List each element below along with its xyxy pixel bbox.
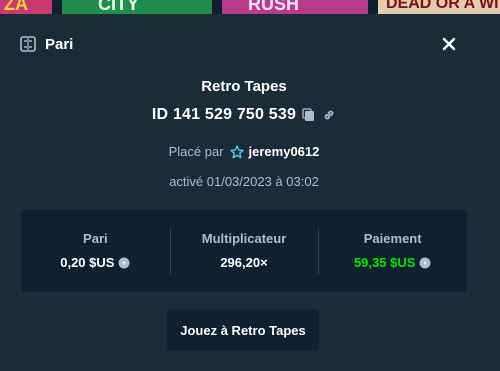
ticket-icon bbox=[20, 36, 36, 52]
placed-by-label: Placé par bbox=[168, 144, 224, 159]
bet-stats-panel: Pari 0,20 $US Multiplicateur 296,20× Pai… bbox=[21, 210, 467, 292]
stat-multiplier: Multiplicateur 296,20× bbox=[169, 210, 319, 292]
game-thumbnail: ZA bbox=[0, 0, 52, 14]
close-icon[interactable] bbox=[440, 35, 458, 53]
modal-title: Pari bbox=[45, 35, 74, 53]
stat-bet-value: 0,20 $US bbox=[60, 255, 115, 270]
stat-payout-value-row: 59,35 $US bbox=[318, 255, 467, 270]
background-game-strip: ZA CITY RUSH DEAD OR A WI bbox=[0, 0, 500, 14]
game-thumbnail: RUSH bbox=[222, 0, 368, 14]
game-thumbnail: DEAD OR A WI bbox=[378, 0, 500, 14]
copy-icon[interactable] bbox=[302, 108, 316, 122]
vip-star-icon bbox=[229, 144, 244, 159]
stat-multiplier-value-row: 296,20× bbox=[170, 255, 319, 270]
stat-bet-value-row: 0,20 $US bbox=[21, 255, 170, 270]
bet-id-row: ID 141 529 750 539 bbox=[0, 106, 488, 124]
modal-header: Pari bbox=[20, 34, 468, 54]
game-title: Retro Tapes bbox=[201, 78, 287, 95]
currency-coin-icon bbox=[118, 257, 130, 269]
stat-multiplier-label: Multiplicateur bbox=[201, 231, 287, 246]
stat-bet: Pari 0,20 $US bbox=[21, 210, 170, 292]
stat-payout: Paiement 59,35 $US bbox=[318, 210, 467, 292]
background-side-panel bbox=[486, 14, 500, 371]
game-thumbnail: CITY bbox=[62, 0, 212, 14]
link-icon[interactable] bbox=[322, 108, 336, 122]
placed-by-row: Placé par jeremy0612 bbox=[0, 144, 488, 159]
play-game-button[interactable]: Jouez à Retro Tapes bbox=[167, 309, 319, 351]
bet-modal: Pari Retro Tapes ID 141 529 750 539 Plac bbox=[0, 14, 488, 371]
stat-multiplier-value: 296,20× bbox=[220, 255, 268, 270]
stat-payout-value: 59,35 $US bbox=[353, 255, 416, 270]
username-link[interactable]: jeremy0612 bbox=[249, 144, 320, 159]
stat-bet-label: Pari bbox=[83, 231, 108, 246]
stat-payout-label: Paiement bbox=[363, 231, 422, 246]
currency-coin-icon bbox=[419, 257, 431, 269]
bet-id: ID 141 529 750 539 bbox=[151, 106, 297, 123]
activation-date: activé 01/03/2023 à 03:02 bbox=[169, 174, 319, 189]
